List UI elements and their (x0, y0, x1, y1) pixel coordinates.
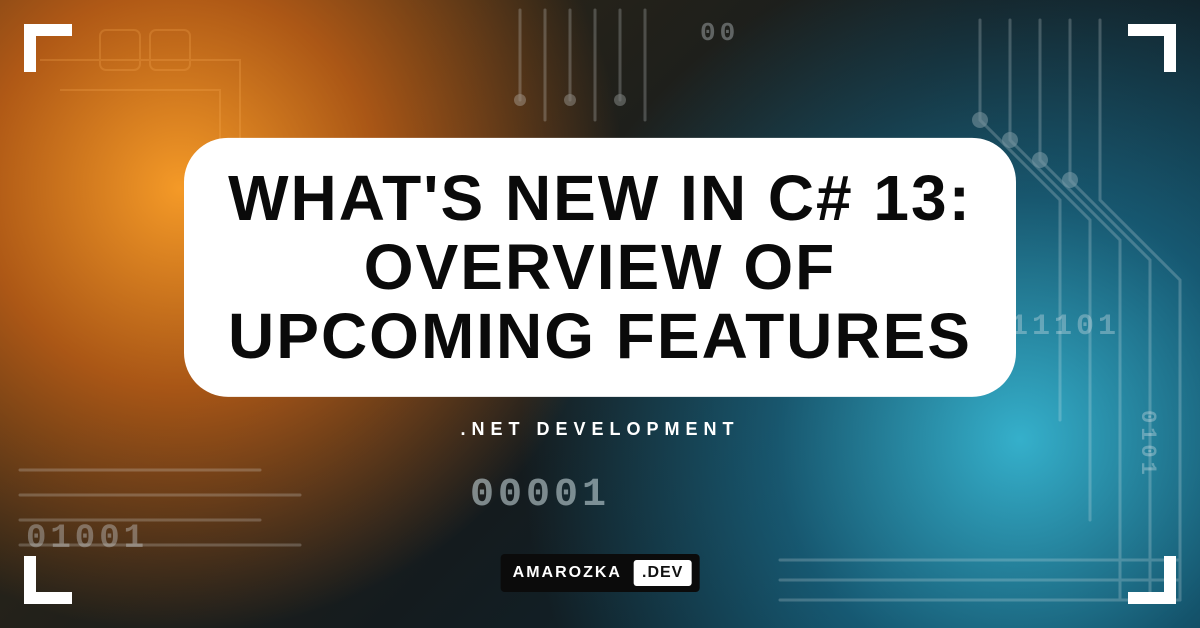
brand-name: AMAROZKA (509, 560, 626, 586)
decorative-binary: 00001 (470, 473, 610, 518)
corner-bracket-bottom-left-icon (24, 534, 94, 604)
corner-bracket-top-left-icon (24, 24, 94, 94)
hero-card: 00 011101 00001 01001 0101 WHAT'S NEW IN… (0, 0, 1200, 628)
brand-badge: AMAROZKA .DEV (501, 554, 700, 592)
title-block: WHAT'S NEW IN C# 13: OVERVIEW OF UPCOMIN… (0, 138, 1200, 440)
decorative-binary: 00 (700, 18, 739, 48)
corner-bracket-bottom-right-icon (1106, 534, 1176, 604)
page-title: WHAT'S NEW IN C# 13: OVERVIEW OF UPCOMIN… (184, 138, 1016, 397)
corner-bracket-top-right-icon (1106, 24, 1176, 94)
page-subtitle: .NET DEVELOPMENT (0, 419, 1200, 440)
brand-tld: .DEV (634, 560, 691, 586)
